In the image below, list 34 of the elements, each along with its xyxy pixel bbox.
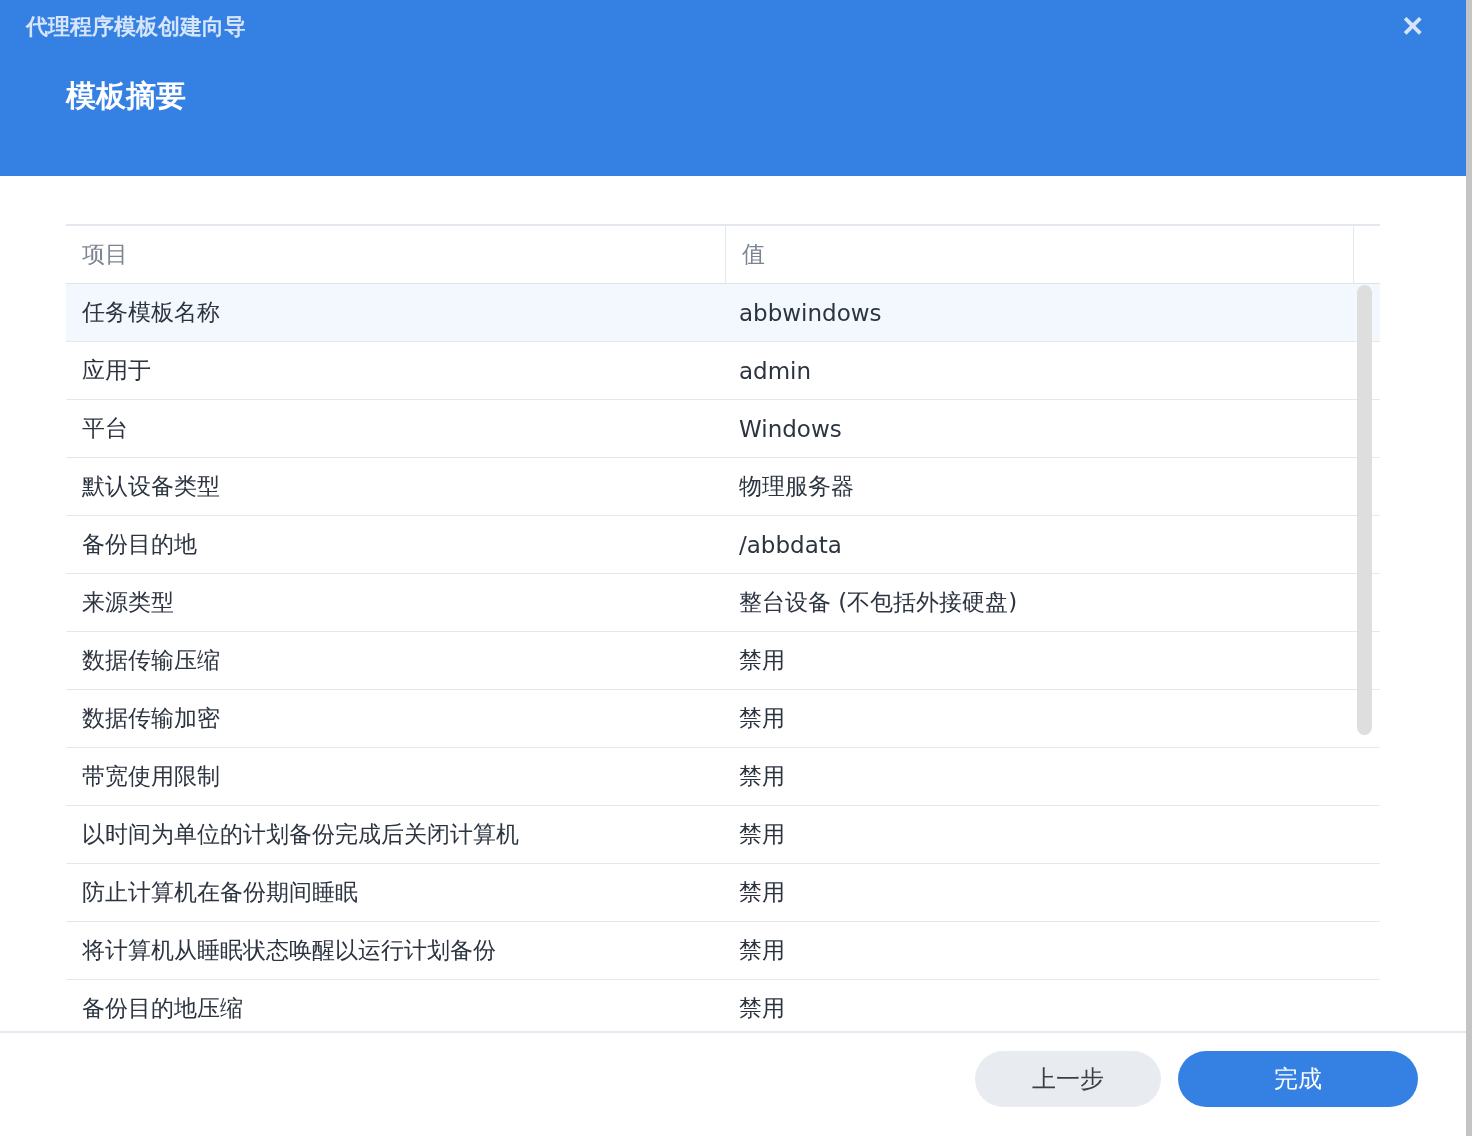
table-cell-text: 以时间为单位的计划备份完成后关闭计算机 [81, 820, 520, 849]
back-button[interactable]: 上一步 [975, 1051, 1161, 1107]
table-cell-text: abbwindows [738, 298, 883, 328]
table-cell-text: 应用于 [81, 356, 152, 385]
table-cell-text: 备份目的地 [81, 530, 198, 559]
table-cell-text: 数据传输压缩 [81, 646, 221, 675]
column-header[interactable]: 值 [726, 226, 1354, 283]
table-cell-text: /abbdata [738, 530, 843, 560]
table-cell-text: 物理服务器 [738, 472, 855, 501]
table-cell-text: 禁用 [738, 936, 786, 965]
page-heading: 模板摘要 [66, 77, 186, 115]
table-cell-text: 禁用 [738, 878, 786, 907]
table-cell-text: 禁用 [738, 762, 786, 791]
table-cell-text: 禁用 [738, 646, 786, 675]
table-cell-text: 默认设备类型 [81, 472, 221, 501]
table-cell-text: 防止计算机在备份期间睡眠 [81, 878, 359, 907]
table-cell-text: Windows [738, 414, 843, 444]
table-cell-text: 将计算机从睡眠状态唤醒以运行计划备份 [81, 936, 497, 965]
table-row[interactable]: 任务模板名称 abbwindows [66, 284, 1380, 342]
table-cell-text: admin [738, 356, 813, 386]
table-cell-text: 禁用 [738, 994, 786, 1023]
table-cell-text: 平台 [81, 414, 129, 443]
table-cell-text: 备份目的地压缩 [81, 994, 244, 1023]
scrollbar[interactable] [1357, 285, 1372, 735]
table-cell-text: 带宽使用限制 [81, 762, 221, 791]
table-cell-text: 来源类型 [81, 588, 175, 617]
table-cell-text: 禁用 [738, 820, 786, 849]
table-cell-text: 禁用 [738, 704, 786, 733]
table-cell-text: 数据传输加密 [81, 704, 221, 733]
window-title: 代理程序模板创建向导 [26, 13, 246, 41]
table-cell-text: 整台设备 (不包括外接硬盘) [738, 588, 1019, 617]
finish-button[interactable]: 完成 [1178, 1051, 1418, 1107]
column-header[interactable]: 项目 [66, 226, 726, 283]
table-cell-text: 任务模板名称 [81, 298, 221, 327]
